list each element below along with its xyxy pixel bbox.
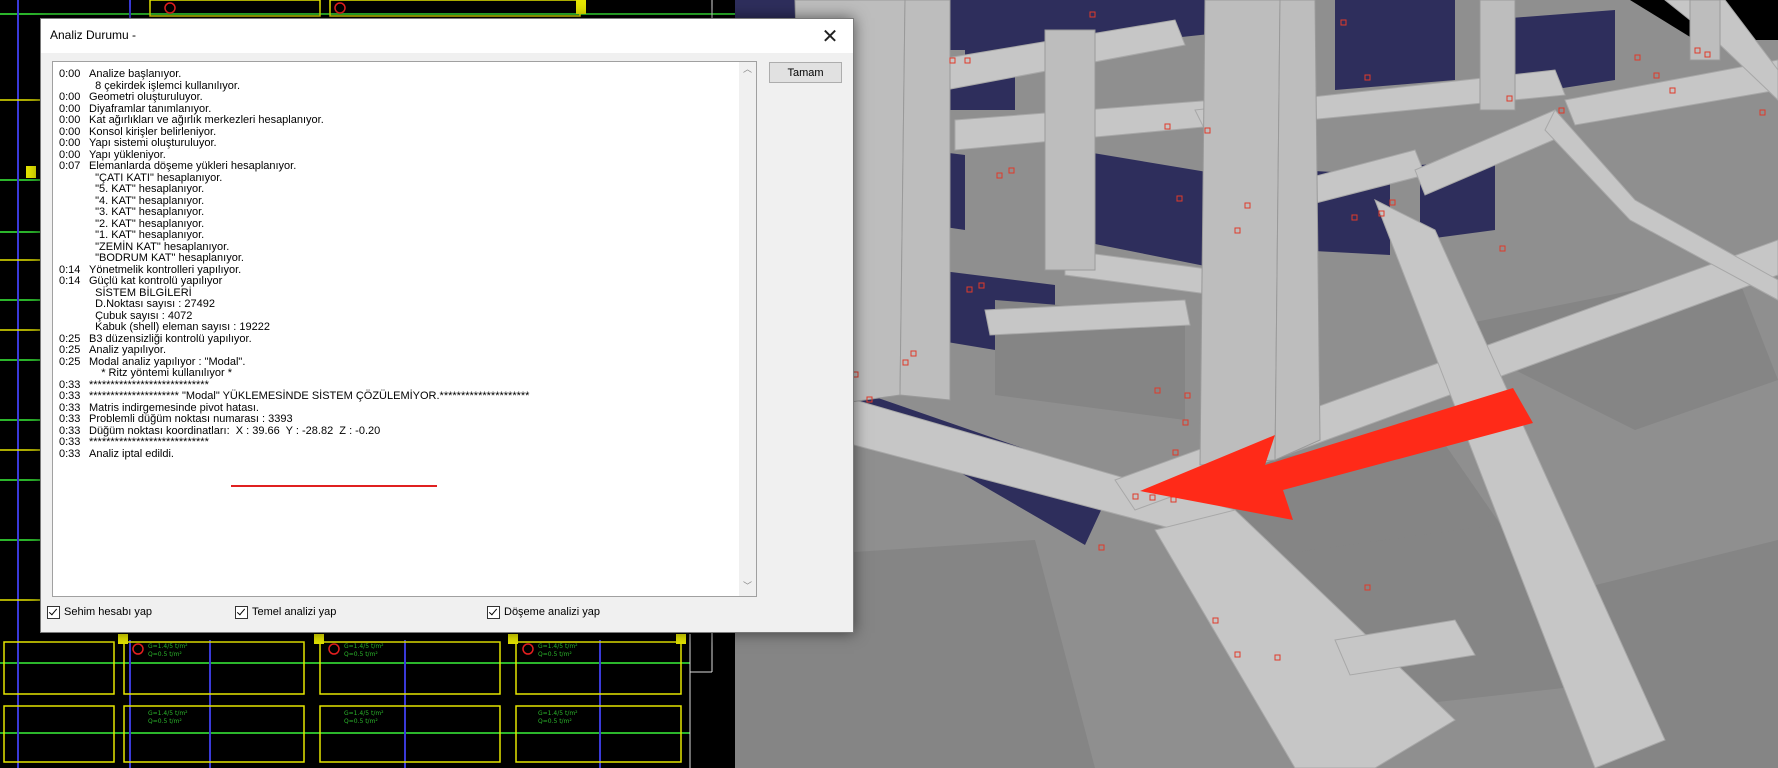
log-time: 0:25	[59, 355, 81, 368]
log-time: 0:00	[59, 68, 81, 80]
cad-load-text: Q=0.5 t/m²	[148, 718, 182, 725]
checkbox-label: Sehim hesabı yap	[64, 606, 153, 618]
model-3d-drawing	[735, 0, 1778, 768]
log-lines: 0:00 Analize başlanıyor. 8 çekirdek işlem…	[53, 62, 733, 596]
foundation-analysis-checkbox[interactable]: Temel analizi yap	[235, 605, 336, 619]
log-time: 0:14	[59, 275, 81, 287]
model-3d-view[interactable]	[735, 0, 1778, 768]
checkbox-checked-icon[interactable]	[235, 605, 248, 619]
checkbox-checked-icon[interactable]	[47, 605, 60, 619]
scroll-down-arrow-icon[interactable]: ﹀	[742, 582, 753, 593]
close-icon: ✕	[821, 24, 839, 48]
analysis-status-dialog: Analiz Durumu - ✕ 0:00 Analize başlanıyor…	[40, 18, 854, 633]
cad-load-text: Q=0.5 t/m²	[344, 718, 378, 725]
cad-load-text: G=1.4/5 t/m²	[148, 710, 188, 717]
slab-analysis-checkbox[interactable]: Döşeme analizi yap	[487, 605, 600, 619]
log-message: Analiz iptal edildi.	[89, 447, 174, 460]
log-scrollbar[interactable]: ︿ ﹀	[739, 62, 756, 596]
cad-load-text: G=1.4/5 t/m²	[538, 710, 578, 717]
cad-load-text: Q=0.5 t/m²	[344, 651, 378, 658]
cad-load-text: G=1.4/5 t/m²	[344, 643, 384, 650]
cad-load-text: Q=0.5 t/m²	[538, 651, 572, 658]
checkbox-label: Döşeme analizi yap	[504, 606, 600, 618]
cad-load-text: Q=0.5 t/m²	[148, 651, 182, 658]
analysis-log[interactable]: 0:00 Analize başlanıyor. 8 çekirdek işlem…	[52, 61, 757, 597]
checkbox-checked-icon[interactable]	[487, 605, 500, 619]
log-time: 0:07	[59, 160, 81, 172]
deflection-checkbox[interactable]: Sehim hesabı yap	[47, 605, 152, 619]
coordinates-underline	[231, 485, 437, 487]
ok-button[interactable]: Tamam	[769, 62, 842, 83]
dialog-title: Analiz Durumu -	[50, 28, 137, 42]
cad-load-text: G=1.4/5 t/m²	[538, 643, 578, 650]
cad-load-text: Q=0.5 t/m²	[538, 718, 572, 725]
checkbox-label: Temel analizi yap	[252, 606, 337, 618]
cad-load-text: G=1.4/5 t/m²	[344, 710, 384, 717]
dialog-titlebar[interactable]: Analiz Durumu - ✕	[41, 19, 853, 53]
scroll-up-arrow-icon[interactable]: ︿	[742, 65, 753, 76]
log-time: 0:33	[59, 447, 81, 460]
cad-load-text: G=1.4/5 t/m²	[148, 643, 188, 650]
close-button[interactable]: ✕	[807, 19, 853, 53]
